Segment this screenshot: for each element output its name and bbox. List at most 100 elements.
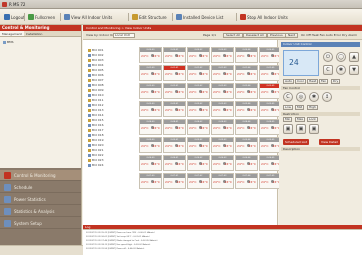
unit-tree-row[interactable]: Bld 001 (88, 48, 103, 52)
tab-installation[interactable]: Installation (24, 31, 45, 36)
nav-schedule[interactable]: Schedule (0, 182, 81, 193)
tree-root-node[interactable]: BMS (3, 40, 14, 44)
indoor-unit-tile[interactable]: 0-04-02 24°C 24°C (187, 119, 210, 135)
min-button[interactable]: Min (283, 117, 293, 122)
restriction-icon-1[interactable]: ▣ (283, 124, 293, 134)
view-detail-button[interactable]: View Detail (319, 139, 340, 145)
restriction-icon-2[interactable]: ▣ (296, 124, 306, 134)
unit-tree-row[interactable]: Bld 015 (88, 118, 103, 122)
indoor-unit-tile[interactable]: 0-00-04 24°C 24°C (235, 47, 258, 63)
status-filters[interactable]: On Off Heat Fan Auto Error Dry Alarm (301, 33, 357, 38)
indoor-unit-tile[interactable]: 0-03-02 24°C 24°C (187, 101, 210, 117)
fan-low-button[interactable]: Low (283, 105, 293, 110)
next-button[interactable]: Next (285, 33, 298, 38)
indoor-unit-tile[interactable]: 0-02-00 24°C 24°C (139, 83, 162, 99)
indoor-unit-tile[interactable]: 0-04-03 24°C 24°C (211, 119, 234, 135)
indoor-unit-tile[interactable]: 0-01-02 24°C 24°C (187, 65, 210, 81)
power-on-button[interactable]: ⏻ (323, 52, 333, 62)
unit-filter-select[interactable]: Local Unit (113, 33, 135, 38)
indoor-unit-tile[interactable]: 0-06-00 24°C 24°C (139, 155, 162, 171)
indoor-unit-tile[interactable]: 0-05-03 24°C 24°C (211, 137, 234, 153)
unit-tree-row[interactable]: Bld 010 (88, 93, 103, 97)
indoor-unit-tile[interactable]: 0-04-00 24°C 24°C (139, 119, 162, 135)
power-off-button[interactable]: ◯ (336, 52, 346, 62)
indoor-unit-tile[interactable]: 0-00-01 24°C 24°C (163, 47, 186, 63)
previous-button[interactable]: Previous (267, 33, 286, 38)
indoor-unit-tile[interactable]: 0-03-04 24°C 24°C (235, 101, 258, 117)
view-all-button[interactable]: View All Indoor Units (62, 12, 114, 22)
unit-tree-row[interactable]: Bld 002 (88, 53, 103, 57)
indoor-unit-tile[interactable]: 0-06-01 24°C 24°C (163, 155, 186, 171)
indoor-unit-tile[interactable]: 0-05-02 24°C 24°C (187, 137, 210, 153)
indoor-unit-tile[interactable]: 0-06-04 24°C 24°C (235, 155, 258, 171)
logout-button[interactable]: Logout (2, 12, 27, 22)
indoor-unit-tile[interactable]: 0-02-01 24°C 24°C (163, 83, 186, 99)
indoor-unit-tile[interactable]: 0-07-00 24°C 24°C (139, 173, 162, 189)
temp-up-button[interactable]: ▲ (349, 52, 359, 62)
unit-tree-row[interactable]: Bld 020 (88, 143, 103, 147)
nav-statistics-analysis[interactable]: Statistics & Analysis (0, 206, 81, 217)
indoor-unit-tile[interactable]: 0-01-03 24°C 24°C (211, 65, 234, 81)
unit-tree-row[interactable]: Bld 023 (88, 158, 103, 162)
indoor-unit-tile[interactable]: 0-02-02 24°C 24°C (187, 83, 210, 99)
indoor-unit-tile[interactable]: 0-07-01 24°C 24°C (163, 173, 186, 189)
indoor-unit-tile[interactable]: 0-07-03 24°C 24°C (211, 173, 234, 189)
mode-button[interactable]: C (323, 65, 333, 75)
fan-mid-icon[interactable]: ◎ (296, 92, 306, 102)
indoor-unit-tile[interactable]: 0-00-00 24°C 24°C (139, 47, 162, 63)
unit-tree-row[interactable]: Bld 006 (88, 73, 103, 77)
dry-button[interactable]: Dry (331, 79, 341, 84)
tab-management[interactable]: Management (0, 31, 24, 36)
unit-tree-row[interactable]: Bld 009 (88, 88, 103, 92)
unit-tree-row[interactable]: Bld 021 (88, 148, 103, 152)
fan-button[interactable]: Fan (319, 79, 329, 84)
indoor-unit-tile[interactable]: 0-01-00 24°C 24°C (139, 65, 162, 81)
indoor-unit-tile[interactable]: 0-03-00 24°C 24°C (139, 101, 162, 117)
indoor-unit-tile[interactable]: 0-02-03 24°C 24°C (211, 83, 234, 99)
nav-system-setup[interactable]: System Setup (0, 218, 81, 229)
unit-tree-row[interactable]: Bld 019 (88, 138, 103, 142)
temp-down-button[interactable]: ▼ (349, 65, 359, 75)
fan-speed-button[interactable]: ✱ (336, 65, 346, 75)
scheduled-list-button[interactable]: Scheduled List (283, 139, 309, 145)
indoor-unit-tile[interactable]: 0-03-01 24°C 24°C (163, 101, 186, 117)
indoor-unit-tile[interactable]: 0-05-01 24°C 24°C (163, 137, 186, 153)
unit-tree-row[interactable]: Bld 014 (88, 113, 103, 117)
fan-high-button[interactable]: High (307, 105, 318, 110)
unit-tree-row[interactable]: Bld 012 (88, 103, 103, 107)
indoor-unit-tile[interactable]: 0-00-02 24°C 24°C (187, 47, 210, 63)
edit-structure-button[interactable]: Edit Structure (130, 12, 169, 22)
device-list-button[interactable]: Installed Device List (174, 12, 225, 22)
indoor-unit-tile[interactable]: 0-02-04 24°C 24°C (235, 83, 258, 99)
indoor-unit-tile[interactable]: 0-01-04 24°C 24°C (235, 65, 258, 81)
indoor-unit-tile[interactable]: 0-04-04 24°C 24°C (235, 119, 258, 135)
fan-low-icon[interactable]: C (283, 92, 293, 102)
unit-tree-row[interactable]: Bld 024 (88, 163, 103, 167)
lock-button[interactable]: Lock (307, 117, 318, 122)
fan-high-icon[interactable]: ✱ (309, 92, 319, 102)
nav-control-monitoring[interactable]: Control & Monitoring (0, 170, 81, 181)
unit-tree-row[interactable]: Bld 018 (88, 133, 103, 137)
unit-tree-row[interactable]: Bld 013 (88, 108, 103, 112)
unit-tree-row[interactable]: Bld 008 (88, 83, 103, 87)
fan-mid-button[interactable]: Mid (295, 105, 305, 110)
nav-power-statistics[interactable]: Power Statistics (0, 194, 81, 205)
unit-tree-row[interactable]: Bld 003 (88, 58, 103, 62)
fullscreen-button[interactable]: Fullscreen (26, 12, 57, 22)
indoor-unit-tile[interactable]: 0-00-03 24°C 24°C (211, 47, 234, 63)
heat-button[interactable]: Heat (307, 79, 319, 84)
stop-all-button[interactable]: Stop All Indoor Units (238, 12, 290, 22)
indoor-unit-tile[interactable]: 0-05-00 24°C 24°C (139, 137, 162, 153)
indoor-unit-tile[interactable]: 0-06-02 24°C 24°C (187, 155, 210, 171)
indoor-unit-tile[interactable]: 0-01-01 24°C 24°C (163, 65, 186, 81)
unit-tree-row[interactable]: Bld 022 (88, 153, 103, 157)
max-button[interactable]: Max (295, 117, 306, 122)
indoor-unit-tile[interactable]: 0-07-04 24°C 24°C (235, 173, 258, 189)
indoor-unit-tile[interactable]: 0-06-03 24°C 24°C (211, 155, 234, 171)
unit-tree-row[interactable]: Bld 007 (88, 78, 103, 82)
unit-tree-row[interactable]: Bld 004 (88, 63, 103, 67)
unit-tree-row[interactable]: Bld 017 (88, 128, 103, 132)
indoor-unit-tile[interactable]: 0-04-01 24°C 24°C (163, 119, 186, 135)
restriction-icon-3[interactable]: ▣ (309, 124, 319, 134)
unit-tree-row[interactable]: Bld 016 (88, 123, 103, 127)
